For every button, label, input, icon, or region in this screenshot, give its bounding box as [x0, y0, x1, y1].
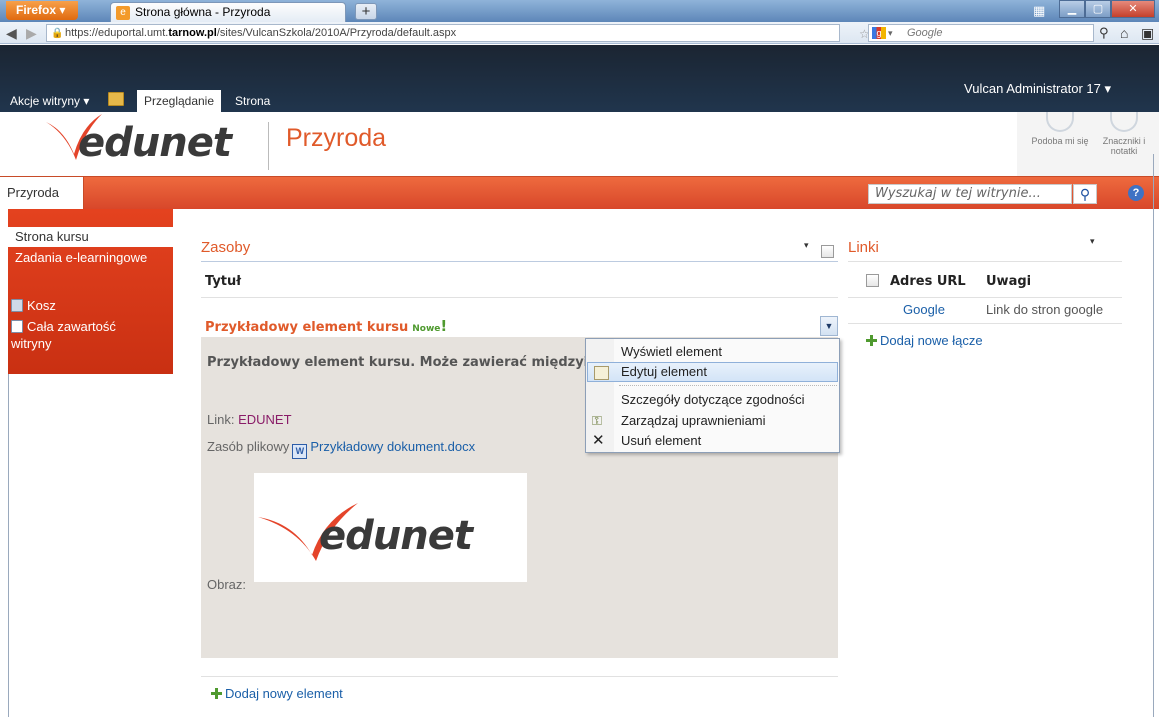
webpart-title-underline — [201, 261, 838, 262]
logo-text: edunet — [78, 120, 232, 166]
firefox-menu-button[interactable]: Firefox ▾ — [6, 1, 78, 20]
menu-separator — [619, 385, 837, 386]
header-underline — [201, 297, 838, 298]
footer-divider — [201, 676, 838, 677]
links-webpart-title[interactable]: Linki — [848, 239, 879, 256]
item-context-menu: Wyświetl element Edytuj element Szczegół… — [585, 338, 840, 453]
webpart-select-checkbox[interactable] — [821, 245, 834, 258]
item-title-link[interactable]: Przykładowy element kursu Nowe! — [205, 317, 447, 335]
site-favicon: e — [116, 6, 130, 20]
word-doc-icon: W — [292, 444, 308, 459]
delete-icon: ✕ — [592, 432, 605, 449]
thumbs-up-icon — [1046, 112, 1074, 132]
left-window-border — [8, 374, 9, 717]
new-badge: Nowe! — [412, 317, 448, 335]
browser-search-box[interactable]: g ▾ Google — [868, 24, 1094, 42]
edunet-image: edunet — [254, 473, 527, 582]
window-controls: ▁ ▢ ✕ — [1059, 0, 1155, 18]
webpart-menu-icon[interactable]: ▾ — [804, 240, 809, 251]
user-menu[interactable]: Vulcan Administrator 17 ▾ — [964, 81, 1111, 97]
link-notes: Link do stron google — [986, 302, 1104, 317]
tab-groups-icon[interactable]: ▦ — [1033, 4, 1047, 18]
like-button[interactable]: Podoba mi się — [1030, 112, 1090, 146]
bookmarks-icon[interactable]: ▣ — [1141, 25, 1154, 42]
navigate-up-icon[interactable] — [108, 92, 124, 106]
documents-icon — [11, 320, 23, 333]
site-actions-menu[interactable]: Akcje witryny ▾ — [10, 94, 89, 108]
menu-view-item[interactable]: Wyświetl element — [586, 342, 839, 362]
search-icon[interactable]: ⚲ — [1099, 25, 1109, 41]
site-title[interactable]: Przyroda — [286, 124, 386, 153]
edunet-link[interactable]: EDUNET — [238, 412, 291, 427]
image-logo-text: edunet — [319, 513, 473, 559]
add-link-icon — [866, 335, 877, 346]
tab-page[interactable]: Strona — [235, 94, 270, 108]
links-header-underline — [848, 297, 1122, 298]
permissions-icon: ⚿ — [592, 413, 602, 428]
window-border — [1153, 154, 1154, 717]
nav-recycle-bin[interactable]: Kosz — [11, 298, 56, 313]
add-new-link[interactable]: Dodaj nowe łącze — [866, 333, 983, 348]
maximize-button[interactable]: ▢ — [1085, 0, 1111, 18]
close-window-button[interactable]: ✕ — [1111, 0, 1155, 18]
file-field: Zasób plikowy W Przykładowy dokument.docx — [207, 439, 475, 459]
new-tab-button[interactable]: + — [355, 3, 377, 20]
address-bar[interactable]: 🔒 https://eduportal.umt.tarnow.pl/sites/… — [46, 24, 870, 73]
sharepoint-ribbon: Vulcan Administrator 17 ▾ Akcje witryny … — [0, 45, 1159, 112]
menu-edit-item[interactable]: Edytuj element — [587, 362, 838, 382]
minimize-button[interactable]: ▁ — [1059, 0, 1085, 18]
menu-compliance-details[interactable]: Szczegóły dotyczące zgodności — [586, 390, 839, 410]
list-item-row[interactable]: Przykładowy element kursu Nowe! ▼ — [201, 308, 838, 336]
nav-all-content-line2[interactable]: witryny — [11, 336, 51, 351]
header-divider — [268, 122, 269, 170]
links-col-url[interactable]: Adres URL — [890, 274, 966, 289]
image-label: Obraz: — [207, 577, 247, 592]
recycle-bin-icon — [11, 299, 23, 312]
links-webpart-menu-icon[interactable]: ▾ — [1090, 236, 1095, 247]
edunet-logo[interactable]: edunet — [44, 112, 254, 172]
tag-icon — [1110, 112, 1138, 132]
menu-manage-permissions[interactable]: ⚿ Zarządzaj uprawnieniami — [586, 411, 839, 431]
resources-webpart-title[interactable]: Zasoby — [201, 239, 250, 256]
nav-item-course-page[interactable]: Strona kursu — [8, 227, 173, 247]
browser-navbar: ◀ ▶ 🔒 https://eduportal.umt.tarnow.pl/si… — [0, 22, 1159, 73]
nav-home-tab[interactable]: Przyroda — [0, 177, 84, 209]
site-search-input[interactable]: Wyszukaj w tej witrynie... — [868, 184, 1072, 204]
links-title-underline — [848, 261, 1122, 262]
browser-tab[interactable]: e Strona główna - Przyroda — [110, 2, 346, 22]
tab-title: Strona główna - Przyroda — [135, 5, 271, 19]
item-menu-dropdown[interactable]: ▼ — [820, 316, 838, 336]
links-row-underline — [848, 323, 1122, 324]
search-icon[interactable]: ⚲ — [1073, 184, 1097, 204]
tags-notes-button[interactable]: Znaczniki i notatki — [1094, 112, 1154, 156]
google-icon: g — [872, 27, 886, 39]
tab-browse[interactable]: Przeglądanie — [137, 90, 221, 112]
add-new-item-link[interactable]: Dodaj nowy element — [211, 686, 343, 701]
browser-titlebar: Firefox ▾ e Strona główna - Przyroda + ▦… — [0, 0, 1159, 22]
help-icon[interactable]: ? — [1128, 185, 1144, 201]
item-description: Przykładowy element kursu. Może zawierać… — [207, 355, 639, 370]
links-select-all-checkbox[interactable] — [866, 274, 879, 287]
quick-launch: Strona kursu Zadania e-learningowe Kosz … — [8, 209, 173, 374]
back-icon[interactable]: ◀ — [6, 25, 17, 42]
nav-all-content[interactable]: Cała zawartość — [11, 319, 116, 334]
link-google[interactable]: Google — [903, 302, 945, 317]
edit-icon — [594, 366, 609, 380]
nav-item-elearning-tasks[interactable]: Zadania e-learningowe — [15, 250, 147, 265]
site-header: edunet Przyroda Podoba mi się Znaczniki … — [0, 112, 1159, 176]
links-col-notes[interactable]: Uwagi — [986, 274, 1031, 289]
add-icon — [211, 688, 222, 699]
link-field: Link: EDUNET — [207, 412, 292, 427]
engine-dropdown-icon[interactable]: ▾ — [888, 25, 893, 41]
column-header-title[interactable]: Tytuł — [205, 274, 241, 289]
top-navigation: Przyroda Wyszukaj w tej witrynie... ⚲ ? — [0, 176, 1159, 209]
menu-delete-item[interactable]: ✕ Usuń element — [586, 431, 839, 451]
lock-icon: 🔒 — [51, 28, 64, 39]
home-icon[interactable]: ⌂ — [1120, 25, 1128, 41]
file-link[interactable]: Przykładowy dokument.docx — [310, 439, 475, 454]
forward-icon[interactable]: ▶ — [26, 25, 37, 42]
